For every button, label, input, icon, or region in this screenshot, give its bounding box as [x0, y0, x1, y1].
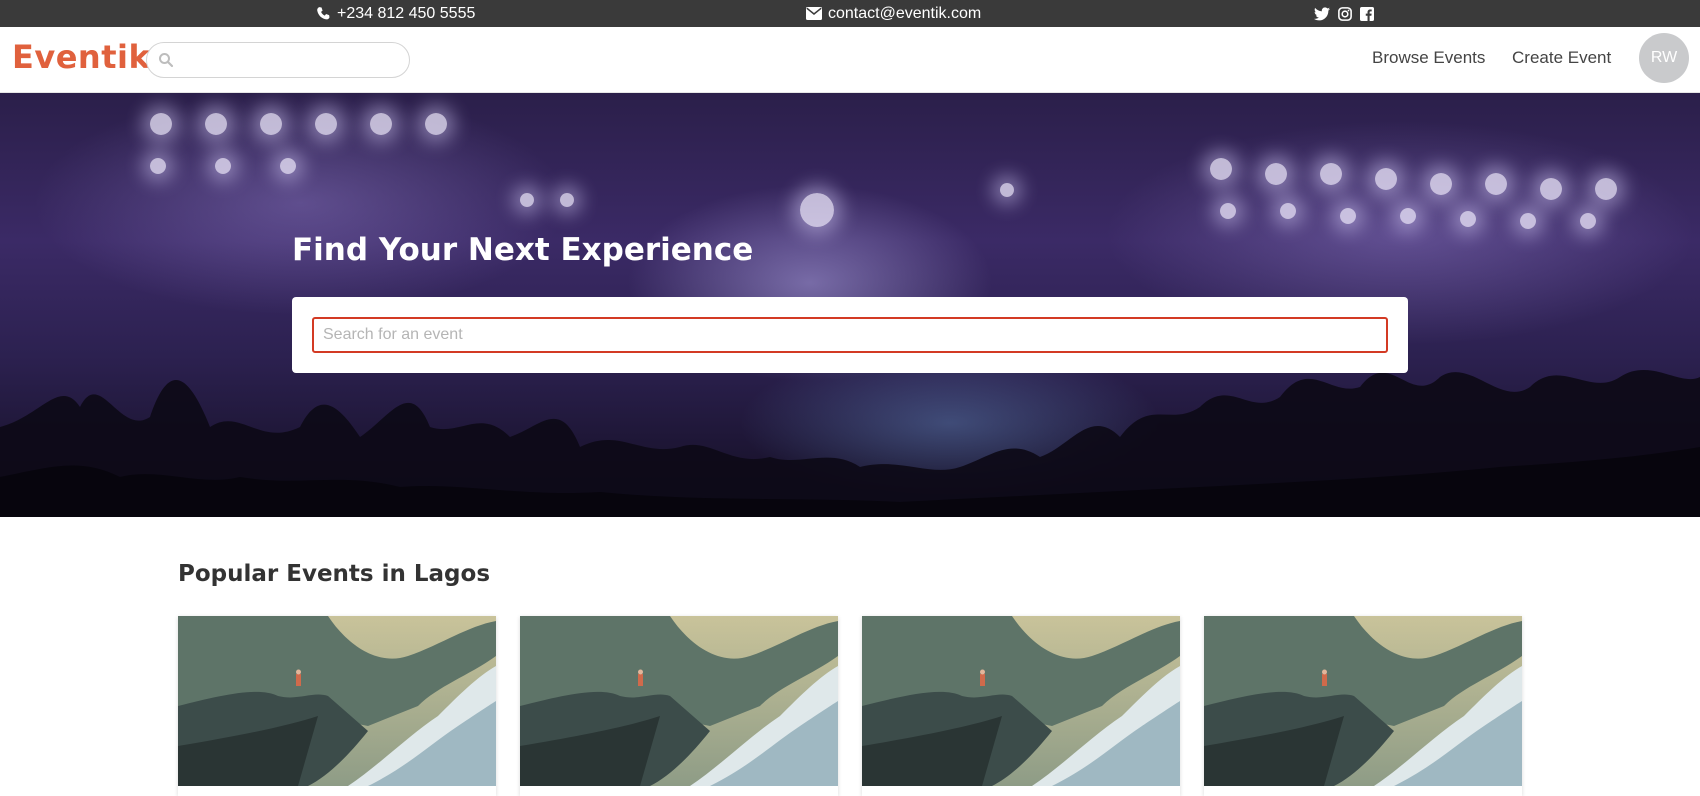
cliff-lake-image	[862, 616, 1180, 786]
contact-phone[interactable]: +234 812 450 5555	[316, 0, 475, 27]
nav-search-input[interactable]	[181, 47, 401, 73]
twitter-icon[interactable]	[1314, 6, 1330, 21]
nav-search-box	[146, 42, 410, 78]
popular-events-title: Popular Events in Lagos	[178, 561, 491, 587]
cliff-lake-image	[520, 616, 838, 786]
hero-search-panel	[292, 297, 1408, 373]
top-bar: +234 812 450 5555 contact@eventik.com	[0, 0, 1700, 27]
event-card[interactable]	[862, 616, 1180, 796]
cliff-lake-image	[1204, 616, 1522, 786]
contact-email[interactable]: contact@eventik.com	[806, 0, 981, 27]
envelope-icon	[806, 7, 822, 20]
facebook-icon[interactable]	[1360, 6, 1374, 21]
phone-number: +234 812 450 5555	[337, 4, 476, 22]
hero-banner: Find Your Next Experience	[0, 93, 1700, 517]
cliff-lake-image	[178, 616, 496, 786]
instagram-icon[interactable]	[1338, 6, 1352, 21]
email-address: contact@eventik.com	[828, 4, 982, 22]
event-card[interactable]	[1204, 616, 1522, 796]
social-links	[1314, 0, 1374, 27]
event-search-input[interactable]	[312, 317, 1388, 353]
logo[interactable]: Eventik	[12, 38, 150, 76]
search-icon	[159, 53, 174, 68]
nav-create-event[interactable]: Create Event	[1512, 48, 1611, 68]
hero-title: Find Your Next Experience	[292, 232, 754, 268]
event-card[interactable]	[178, 616, 496, 796]
event-card[interactable]	[520, 616, 838, 796]
nav-browse-events[interactable]: Browse Events	[1372, 48, 1485, 68]
phone-icon	[317, 7, 330, 20]
avatar[interactable]: RW	[1639, 33, 1689, 83]
navbar: Eventik Browse Events Create Event RW	[0, 27, 1700, 93]
